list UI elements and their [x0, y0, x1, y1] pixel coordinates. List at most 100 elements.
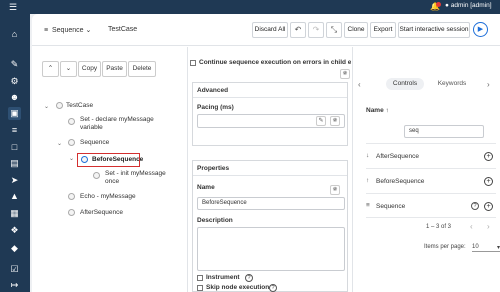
tab-keywords[interactable]: Keywords	[432, 78, 472, 90]
chevron-left-icon[interactable]: ‹	[358, 80, 361, 89]
skip-node-label: Skip node execution	[206, 284, 270, 291]
set-node-icon	[68, 118, 75, 125]
user-label: admin [admin]	[450, 2, 492, 9]
items-per-page-select[interactable]: 10 ▾	[472, 244, 500, 252]
add-icon[interactable]: +	[484, 152, 493, 161]
check-icon[interactable]: ☑	[8, 263, 21, 276]
clipboard-icon[interactable]: ▤	[8, 157, 21, 170]
branch-icon[interactable]: ⤡	[326, 22, 342, 38]
file-text-icon[interactable]: ▦	[8, 207, 21, 220]
description-textarea[interactable]	[197, 227, 345, 271]
echo-node-icon	[68, 193, 75, 200]
help-icon[interactable]: ?	[245, 274, 253, 282]
name-column-label: Name	[366, 107, 384, 114]
pacing-label: Pacing (ms)	[197, 104, 234, 111]
tree-node-after-sequence[interactable]: AfterSequence	[80, 209, 123, 217]
delete-button[interactable]: Delete	[128, 61, 156, 77]
filter-input[interactable]: seq	[404, 125, 484, 138]
tree-node-set-init[interactable]: Set - init myMessage once	[105, 170, 166, 186]
add-icon[interactable]: +	[484, 202, 493, 211]
tree-node-set-declare-line2: variable	[80, 124, 103, 131]
chevron-down-icon[interactable]: ⌄	[57, 140, 62, 147]
paste-button[interactable]: Paste	[102, 61, 127, 77]
chevron-right-icon[interactable]: ›	[487, 80, 490, 89]
undo-icon[interactable]: ↶	[290, 22, 306, 38]
tree-panel: ⌃ ⌄ Copy Paste Delete ⌄ TestCase Set - d…	[32, 47, 187, 292]
name-input[interactable]: BeforeSequence	[197, 197, 345, 210]
document-icon[interactable]: ▣	[8, 107, 21, 120]
discard-all-button[interactable]: Discard All	[252, 22, 288, 38]
chevron-down-icon[interactable]: ⌄	[44, 103, 49, 110]
chevron-down-icon[interactable]: ⌄	[69, 155, 74, 162]
move-up-button[interactable]: ⌃	[42, 61, 59, 77]
instrument-label: Instrument	[206, 274, 240, 281]
list-icon[interactable]: ≡	[8, 124, 21, 137]
export-button[interactable]: Export	[370, 22, 396, 38]
edit-icon[interactable]: ✎	[8, 58, 21, 71]
set-init-node-icon	[93, 172, 100, 179]
edit-icon[interactable]: ✎	[316, 116, 326, 126]
logout-icon[interactable]: ↦	[8, 279, 21, 292]
divider	[366, 193, 496, 194]
play-icon[interactable]: ▶	[473, 22, 488, 37]
skip-node-checkbox[interactable]	[197, 285, 203, 291]
help-icon[interactable]: ?	[471, 202, 479, 210]
plugin-icon[interactable]: ◆	[8, 242, 21, 255]
page-prev-icon[interactable]: ‹	[470, 222, 473, 231]
clone-button[interactable]: Clone	[344, 22, 368, 38]
advanced-title: Advanced	[197, 87, 229, 94]
pagination-range: 1 – 3 of 3	[426, 224, 452, 230]
divider	[352, 47, 353, 292]
after-sequence-node-icon	[68, 209, 75, 216]
chart-icon[interactable]: ▲	[8, 190, 21, 203]
control-item-after-sequence[interactable]: AfterSequence	[376, 153, 419, 160]
dynamic-toggle-icon[interactable]: ✵	[330, 185, 340, 195]
gear-icon[interactable]: ⚙	[8, 75, 21, 88]
top-bar: ☰ 🔔 ● admin [admin]	[0, 0, 500, 14]
users-icon[interactable]: ☻	[8, 91, 21, 104]
divider	[366, 217, 496, 218]
copy-button[interactable]: Copy	[78, 61, 101, 77]
divider	[193, 97, 347, 98]
tab-controls[interactable]: Controls	[386, 78, 424, 90]
divider	[366, 143, 496, 144]
file-icon[interactable]: □	[8, 141, 21, 154]
properties-title: Properties	[197, 165, 230, 172]
selection-highlight	[77, 153, 140, 167]
tree-node-set-declare[interactable]: Set - declare myMessage variable	[80, 116, 154, 132]
properties-panel: Continue sequence execution on errors in…	[190, 47, 352, 292]
help-icon[interactable]: ?	[269, 284, 277, 292]
tree-node-testcase[interactable]: TestCase	[66, 102, 93, 110]
move-down-button[interactable]: ⌄	[60, 61, 77, 77]
divider	[193, 175, 347, 176]
continue-on-error-checkbox[interactable]	[190, 60, 196, 66]
name-column-header[interactable]: Name ↑	[366, 107, 389, 114]
tree-node-set-declare-line1: Set - declare myMessage	[80, 116, 154, 123]
control-item-sequence[interactable]: Sequence	[376, 203, 405, 210]
tree-node-set-init-line2: once	[105, 178, 120, 185]
testcase-node-icon	[56, 102, 63, 109]
main-panel: ≡ Sequence ⌄ TestCase Discard All ↶ ↷ ⤡ …	[32, 14, 500, 292]
dynamic-toggle-icon[interactable]: ✵	[340, 69, 350, 79]
add-icon[interactable]: +	[484, 177, 493, 186]
continue-on-error-label: Continue sequence execution on errors in…	[199, 59, 351, 66]
page-next-icon[interactable]: ›	[487, 222, 490, 231]
arrow-up-icon: ↑	[366, 177, 370, 184]
tree-node-sequence[interactable]: Sequence	[80, 139, 109, 147]
instrument-checkbox[interactable]	[197, 275, 203, 281]
redo-icon[interactable]: ↷	[308, 22, 324, 38]
properties-card: Properties Name ✵ BeforeSequence Descrip…	[192, 160, 348, 292]
control-item-before-sequence[interactable]: BeforeSequence	[376, 178, 424, 185]
hamburger-icon[interactable]: ☰	[9, 3, 17, 12]
start-session-button[interactable]: Start interactive session	[398, 22, 470, 38]
puzzle-icon[interactable]: ❖	[8, 224, 21, 237]
user-menu[interactable]: ● admin [admin]	[445, 2, 492, 9]
tree-node-echo[interactable]: Echo - myMessage	[80, 193, 136, 201]
name-label: Name	[197, 184, 215, 191]
dynamic-toggle-icon[interactable]: ✵	[330, 116, 340, 126]
items-per-page-label: Items per page:	[424, 244, 466, 250]
sequence-selector[interactable]: ≡ Sequence ⌄	[44, 26, 91, 34]
home-icon[interactable]: ⌂	[8, 28, 21, 41]
items-per-page-value: 10	[472, 244, 479, 250]
rocket-icon[interactable]: ➤	[8, 174, 21, 187]
